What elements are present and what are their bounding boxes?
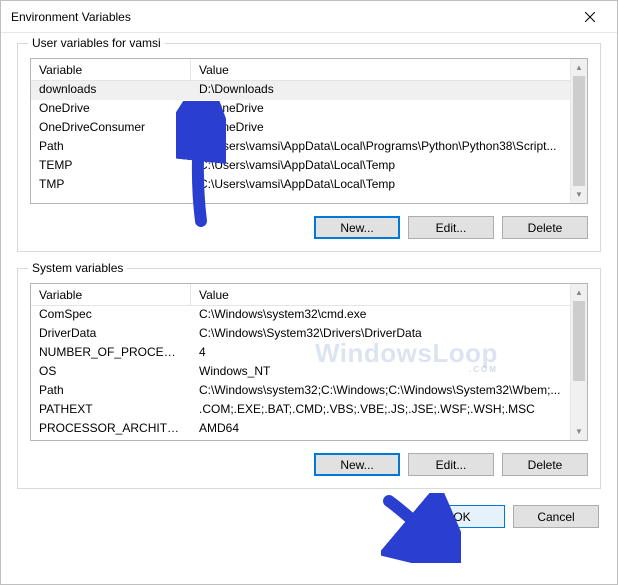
user-rows: downloadsD:\DownloadsOneDriveF:\OneDrive…: [31, 81, 570, 203]
system-rows: ComSpecC:\Windows\system32\cmd.exeDriver…: [31, 306, 570, 440]
user-variables-label: User variables for vamsi: [28, 36, 165, 50]
titlebar: Environment Variables: [1, 1, 617, 33]
close-icon: [585, 12, 595, 22]
col-variable[interactable]: Variable: [31, 59, 191, 80]
scroll-thumb[interactable]: [573, 301, 585, 381]
cell-value: D:\Downloads: [191, 81, 570, 100]
col-value[interactable]: Value: [191, 59, 587, 80]
cell-variable: TMP: [31, 176, 191, 195]
cell-value: C:\Users\vamsi\AppData\Local\Programs\Py…: [191, 138, 570, 157]
cell-value: F:\OneDrive: [191, 119, 570, 138]
cell-value: .COM;.EXE;.BAT;.CMD;.VBS;.VBE;.JS;.JSE;.…: [191, 401, 570, 420]
cell-variable: Path: [31, 382, 191, 401]
table-row[interactable]: OneDriveConsumerF:\OneDrive: [31, 119, 570, 138]
cell-variable: PROCESSOR_ARCHITECTURE: [31, 420, 191, 439]
dialog-body: User variables for vamsi Variable Value …: [1, 33, 617, 584]
table-row[interactable]: TEMPC:\Users\vamsi\AppData\Local\Temp: [31, 157, 570, 176]
system-edit-button[interactable]: Edit...: [408, 453, 494, 476]
cell-value: F:\OneDrive: [191, 100, 570, 119]
table-row[interactable]: OSWindows_NT: [31, 363, 570, 382]
cell-variable: OneDrive: [31, 100, 191, 119]
cell-value: C:\Users\vamsi\AppData\Local\Temp: [191, 157, 570, 176]
cell-variable: PATHEXT: [31, 401, 191, 420]
system-new-button[interactable]: New...: [314, 453, 400, 476]
table-row[interactable]: downloadsD:\Downloads: [31, 81, 570, 100]
scrollbar[interactable]: ▲ ▼: [570, 284, 587, 440]
table-row[interactable]: TMPC:\Users\vamsi\AppData\Local\Temp: [31, 176, 570, 195]
list-header: Variable Value: [31, 59, 587, 81]
user-new-button[interactable]: New...: [314, 216, 400, 239]
scroll-up-icon[interactable]: ▲: [571, 284, 587, 301]
table-row[interactable]: OneDriveF:\OneDrive: [31, 100, 570, 119]
user-edit-button[interactable]: Edit...: [408, 216, 494, 239]
user-delete-button[interactable]: Delete: [502, 216, 588, 239]
table-row[interactable]: ComSpecC:\Windows\system32\cmd.exe: [31, 306, 570, 325]
table-row[interactable]: PathC:\Users\vamsi\AppData\Local\Program…: [31, 138, 570, 157]
table-row[interactable]: DriverDataC:\Windows\System32\Drivers\Dr…: [31, 325, 570, 344]
cell-value: C:\Windows\system32\cmd.exe: [191, 306, 570, 325]
table-row[interactable]: PathC:\Windows\system32;C:\Windows;C:\Wi…: [31, 382, 570, 401]
user-buttons: New... Edit... Delete: [30, 216, 588, 239]
cell-variable: ComSpec: [31, 306, 191, 325]
col-variable[interactable]: Variable: [31, 284, 191, 305]
cell-value: Windows_NT: [191, 363, 570, 382]
cell-variable: downloads: [31, 81, 191, 100]
cell-variable: DriverData: [31, 325, 191, 344]
cell-variable: NUMBER_OF_PROCESSORS: [31, 344, 191, 363]
scrollbar[interactable]: ▲ ▼: [570, 59, 587, 203]
system-buttons: New... Edit... Delete: [30, 453, 588, 476]
scroll-down-icon[interactable]: ▼: [571, 186, 587, 203]
env-vars-dialog: Environment Variables User variables for…: [0, 0, 618, 585]
scroll-thumb[interactable]: [573, 76, 585, 186]
system-delete-button[interactable]: Delete: [502, 453, 588, 476]
ok-button[interactable]: OK: [419, 505, 505, 528]
table-row[interactable]: PATHEXT.COM;.EXE;.BAT;.CMD;.VBS;.VBE;.JS…: [31, 401, 570, 420]
window-title: Environment Variables: [11, 10, 569, 24]
system-variables-group: System variables Variable Value ComSpecC…: [17, 268, 601, 489]
cell-variable: OS: [31, 363, 191, 382]
list-header: Variable Value: [31, 284, 587, 306]
close-button[interactable]: [569, 3, 611, 31]
cell-variable: TEMP: [31, 157, 191, 176]
cell-value: C:\Users\vamsi\AppData\Local\Temp: [191, 176, 570, 195]
cell-variable: OneDriveConsumer: [31, 119, 191, 138]
col-value[interactable]: Value: [191, 284, 587, 305]
cancel-button[interactable]: Cancel: [513, 505, 599, 528]
dialog-footer: OK Cancel: [17, 505, 601, 528]
cell-value: C:\Windows\System32\Drivers\DriverData: [191, 325, 570, 344]
cell-variable: Path: [31, 138, 191, 157]
user-variables-group: User variables for vamsi Variable Value …: [17, 43, 601, 252]
system-variables-label: System variables: [28, 261, 127, 275]
table-row[interactable]: PROCESSOR_ARCHITECTUREAMD64: [31, 420, 570, 439]
table-row[interactable]: NUMBER_OF_PROCESSORS4: [31, 344, 570, 363]
user-variables-list[interactable]: Variable Value downloadsD:\DownloadsOneD…: [30, 58, 588, 204]
system-variables-list[interactable]: Variable Value ComSpecC:\Windows\system3…: [30, 283, 588, 441]
cell-value: C:\Windows\system32;C:\Windows;C:\Window…: [191, 382, 570, 401]
cell-value: AMD64: [191, 420, 570, 439]
cell-value: 4: [191, 344, 570, 363]
scroll-down-icon[interactable]: ▼: [571, 423, 587, 440]
scroll-up-icon[interactable]: ▲: [571, 59, 587, 76]
